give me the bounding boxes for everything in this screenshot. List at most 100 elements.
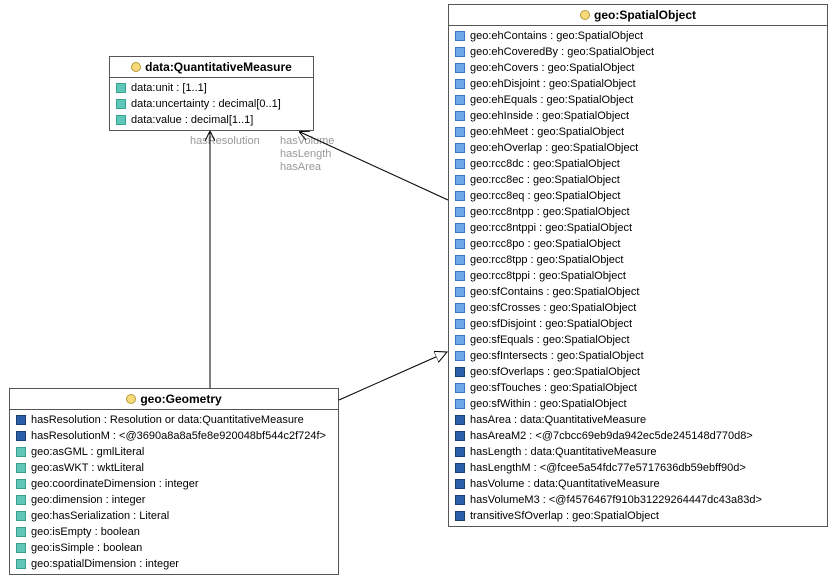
attribute-row: hasLengthM : <@fcee5a54fdc77e5717636db59… bbox=[449, 460, 827, 476]
attribute-row: geo:sfEquals : geo:SpatialObject bbox=[449, 332, 827, 348]
attribute-icon bbox=[455, 47, 465, 57]
class-icon bbox=[126, 394, 136, 404]
attribute-icon bbox=[16, 559, 26, 569]
attribute-text: data:uncertainty : decimal[0..1] bbox=[131, 97, 281, 111]
attribute-row: geo:asWKT : wktLiteral bbox=[10, 460, 338, 476]
attribute-text: geo:ehInside : geo:SpatialObject bbox=[470, 109, 629, 123]
class-header: geo:SpatialObject bbox=[449, 5, 827, 26]
attribute-icon bbox=[455, 367, 465, 377]
attribute-icon bbox=[455, 335, 465, 345]
attribute-row: hasLength : data:QuantitativeMeasure bbox=[449, 444, 827, 460]
attribute-icon bbox=[455, 287, 465, 297]
attribute-icon bbox=[455, 63, 465, 73]
attribute-row: geo:asGML : gmlLiteral bbox=[10, 444, 338, 460]
class-icon bbox=[131, 62, 141, 72]
attribute-row: geo:sfTouches : geo:SpatialObject bbox=[449, 380, 827, 396]
attribute-row: data:unit : [1..1] bbox=[110, 80, 313, 96]
attribute-text: geo:rcc8ntpp : geo:SpatialObject bbox=[470, 205, 630, 219]
edge-label-hasvolume: hasVolume bbox=[280, 135, 334, 148]
attribute-row: geo:rcc8eq : geo:SpatialObject bbox=[449, 188, 827, 204]
attribute-text: hasLengthM : <@fcee5a54fdc77e5717636db59… bbox=[470, 461, 746, 475]
attribute-text: geo:rcc8dc : geo:SpatialObject bbox=[470, 157, 620, 171]
edge-label-haslength: hasLength bbox=[280, 148, 331, 161]
attribute-text: geo:ehCovers : geo:SpatialObject bbox=[470, 61, 635, 75]
attribute-row: geo:rcc8ntpp : geo:SpatialObject bbox=[449, 204, 827, 220]
attribute-icon bbox=[455, 31, 465, 41]
attribute-text: geo:sfEquals : geo:SpatialObject bbox=[470, 333, 630, 347]
attribute-row: hasResolutionM : <@3690a8a8a5fe8e920048b… bbox=[10, 428, 338, 444]
attribute-icon bbox=[455, 159, 465, 169]
attribute-text: hasVolumeM3 : <@f4576467f910b31229264447… bbox=[470, 493, 762, 507]
attribute-icon bbox=[455, 351, 465, 361]
attribute-row: hasResolution : Resolution or data:Quant… bbox=[10, 412, 338, 428]
attribute-row: hasAreaM2 : <@7cbcc69eb9da942ec5de245148… bbox=[449, 428, 827, 444]
attribute-icon bbox=[16, 479, 26, 489]
class-geometry[interactable]: geo:Geometry hasResolution : Resolution … bbox=[9, 388, 339, 575]
attribute-text: data:value : decimal[1..1] bbox=[131, 113, 253, 127]
attribute-text: geo:coordinateDimension : integer bbox=[31, 477, 199, 491]
attribute-icon bbox=[455, 495, 465, 505]
attribute-text: geo:rcc8ntppi : geo:SpatialObject bbox=[470, 221, 632, 235]
attribute-row: hasArea : data:QuantitativeMeasure bbox=[449, 412, 827, 428]
attribute-icon bbox=[455, 239, 465, 249]
attribute-row: geo:sfIntersects : geo:SpatialObject bbox=[449, 348, 827, 364]
attribute-text: geo:asGML : gmlLiteral bbox=[31, 445, 144, 459]
attribute-text: geo:ehCoveredBy : geo:SpatialObject bbox=[470, 45, 654, 59]
attribute-icon bbox=[455, 511, 465, 521]
attribute-icon bbox=[455, 207, 465, 217]
attribute-row: geo:dimension : integer bbox=[10, 492, 338, 508]
attribute-row: geo:ehContains : geo:SpatialObject bbox=[449, 28, 827, 44]
attribute-row: geo:spatialDimension : integer bbox=[10, 556, 338, 572]
attribute-text: geo:hasSerialization : Literal bbox=[31, 509, 169, 523]
attribute-row: geo:rcc8dc : geo:SpatialObject bbox=[449, 156, 827, 172]
attribute-text: geo:ehMeet : geo:SpatialObject bbox=[470, 125, 624, 139]
attribute-icon bbox=[455, 95, 465, 105]
attribute-row: geo:isSimple : boolean bbox=[10, 540, 338, 556]
attribute-icon bbox=[455, 143, 465, 153]
attribute-text: geo:ehContains : geo:SpatialObject bbox=[470, 29, 643, 43]
class-title: geo:Geometry bbox=[140, 392, 221, 406]
class-body-qm: data:unit : [1..1]data:uncertainty : dec… bbox=[110, 78, 313, 130]
edge-label-hasarea: hasArea bbox=[280, 161, 321, 174]
attribute-row: geo:rcc8po : geo:SpatialObject bbox=[449, 236, 827, 252]
attribute-icon bbox=[455, 255, 465, 265]
class-spatialobject[interactable]: geo:SpatialObject geo:ehContains : geo:S… bbox=[448, 4, 828, 527]
attribute-icon bbox=[116, 99, 126, 109]
attribute-text: hasLength : data:QuantitativeMeasure bbox=[470, 445, 657, 459]
attribute-icon bbox=[455, 191, 465, 201]
class-icon bbox=[580, 10, 590, 20]
attribute-text: geo:ehEquals : geo:SpatialObject bbox=[470, 93, 633, 107]
attribute-row: geo:ehCovers : geo:SpatialObject bbox=[449, 60, 827, 76]
attribute-text: geo:rcc8tpp : geo:SpatialObject bbox=[470, 253, 623, 267]
attribute-text: geo:rcc8po : geo:SpatialObject bbox=[470, 237, 620, 251]
attribute-text: geo:dimension : integer bbox=[31, 493, 145, 507]
class-header: geo:Geometry bbox=[10, 389, 338, 410]
attribute-text: geo:sfContains : geo:SpatialObject bbox=[470, 285, 639, 299]
attribute-icon bbox=[455, 383, 465, 393]
attribute-row: geo:sfCrosses : geo:SpatialObject bbox=[449, 300, 827, 316]
attribute-icon bbox=[455, 431, 465, 441]
attribute-icon bbox=[16, 431, 26, 441]
attribute-icon bbox=[16, 527, 26, 537]
attribute-icon bbox=[16, 415, 26, 425]
attribute-row: geo:isEmpty : boolean bbox=[10, 524, 338, 540]
attribute-text: geo:ehDisjoint : geo:SpatialObject bbox=[470, 77, 636, 91]
edge-label-hasresolution: hasResolution bbox=[190, 135, 260, 148]
attribute-row: hasVolume : data:QuantitativeMeasure bbox=[449, 476, 827, 492]
class-quantitativemeasure[interactable]: data:QuantitativeMeasure data:unit : [1.… bbox=[109, 56, 314, 131]
attribute-icon bbox=[16, 447, 26, 457]
attribute-text: geo:isSimple : boolean bbox=[31, 541, 142, 555]
attribute-text: hasAreaM2 : <@7cbcc69eb9da942ec5de245148… bbox=[470, 429, 753, 443]
attribute-row: geo:ehDisjoint : geo:SpatialObject bbox=[449, 76, 827, 92]
attribute-row: geo:rcc8ec : geo:SpatialObject bbox=[449, 172, 827, 188]
attribute-row: geo:sfContains : geo:SpatialObject bbox=[449, 284, 827, 300]
attribute-row: geo:sfWithin : geo:SpatialObject bbox=[449, 396, 827, 412]
attribute-icon bbox=[455, 175, 465, 185]
attribute-row: geo:rcc8ntppi : geo:SpatialObject bbox=[449, 220, 827, 236]
attribute-text: geo:rcc8tppi : geo:SpatialObject bbox=[470, 269, 626, 283]
attribute-text: hasResolutionM : <@3690a8a8a5fe8e920048b… bbox=[31, 429, 326, 443]
attribute-text: geo:sfIntersects : geo:SpatialObject bbox=[470, 349, 644, 363]
attribute-text: geo:sfOverlaps : geo:SpatialObject bbox=[470, 365, 640, 379]
attribute-icon bbox=[455, 415, 465, 425]
attribute-text: geo:spatialDimension : integer bbox=[31, 557, 179, 571]
